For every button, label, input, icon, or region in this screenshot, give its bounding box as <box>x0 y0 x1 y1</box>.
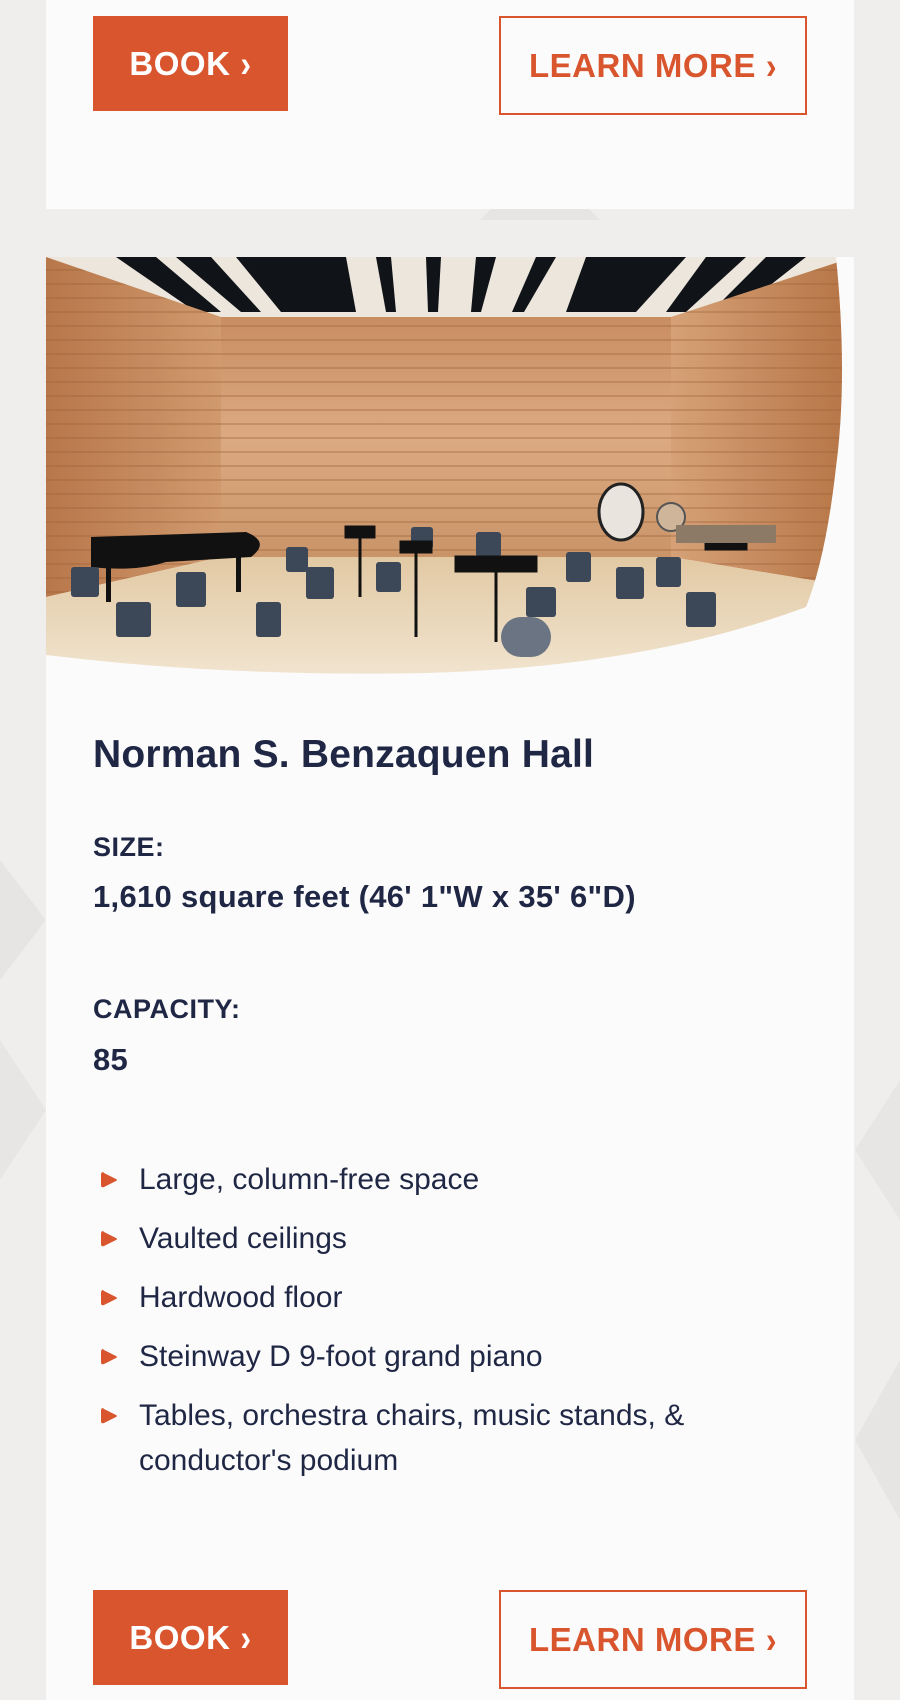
book-button[interactable]: BOOK › <box>93 16 288 111</box>
feature-item: Large, column-free space <box>93 1157 813 1202</box>
capacity-label: CAPACITY: <box>93 994 241 1024</box>
chevron-right-icon: › <box>240 42 252 85</box>
learn-more-button[interactable]: LEARN MORE › <box>499 16 807 115</box>
feature-item: Vaulted ceilings <box>93 1216 813 1261</box>
triangle-bullet-icon <box>101 1408 117 1424</box>
feature-text: Vaulted ceilings <box>139 1222 347 1255</box>
feature-item: Hardwood floor <box>93 1275 813 1320</box>
feature-text: Tables, orchestra chairs, music stands, … <box>139 1399 685 1477</box>
feature-text: Steinway D 9-foot grand piano <box>139 1340 543 1373</box>
learn-more-button-label: LEARN MORE <box>529 1620 756 1658</box>
venue-card-previous: BOOK › LEARN MORE › <box>46 0 854 209</box>
background-decoration <box>855 1360 900 1520</box>
book-button[interactable]: BOOK › <box>93 1590 288 1685</box>
triangle-bullet-icon <box>101 1290 117 1306</box>
book-button-label: BOOK <box>129 44 231 82</box>
feature-text: Hardwood floor <box>139 1281 343 1314</box>
triangle-bullet-icon <box>101 1349 117 1365</box>
venue-photo <box>46 257 854 677</box>
feature-list: Large, column-free space Vaulted ceiling… <box>93 1157 813 1497</box>
feature-item: Steinway D 9-foot grand piano <box>93 1334 813 1379</box>
capacity-value: 85 <box>93 1042 129 1077</box>
venue-card-benzaquen-hall: Norman S. Benzaquen Hall SIZE: 1,610 squ… <box>46 257 854 1700</box>
feature-item: Tables, orchestra chairs, music stands, … <box>93 1393 813 1483</box>
chevron-right-icon: › <box>240 1616 252 1659</box>
triangle-bullet-icon <box>101 1172 117 1188</box>
background-decoration <box>0 1040 46 1180</box>
size-label: SIZE: <box>93 832 165 862</box>
size-value: 1,610 square feet (46' 1"W x 35' 6"D) <box>93 879 636 914</box>
feature-text: Large, column-free space <box>139 1163 480 1196</box>
chevron-right-icon: › <box>765 1618 777 1661</box>
book-button-label: BOOK <box>129 1618 231 1656</box>
venue-photo-image <box>46 257 842 674</box>
venue-title: Norman S. Benzaquen Hall <box>93 733 595 776</box>
learn-more-button-label: LEARN MORE <box>529 46 756 84</box>
background-decoration <box>0 860 46 980</box>
background-decoration <box>855 1080 900 1220</box>
chevron-right-icon: › <box>765 44 777 87</box>
learn-more-button[interactable]: LEARN MORE › <box>499 1590 807 1689</box>
triangle-bullet-icon <box>101 1231 117 1247</box>
